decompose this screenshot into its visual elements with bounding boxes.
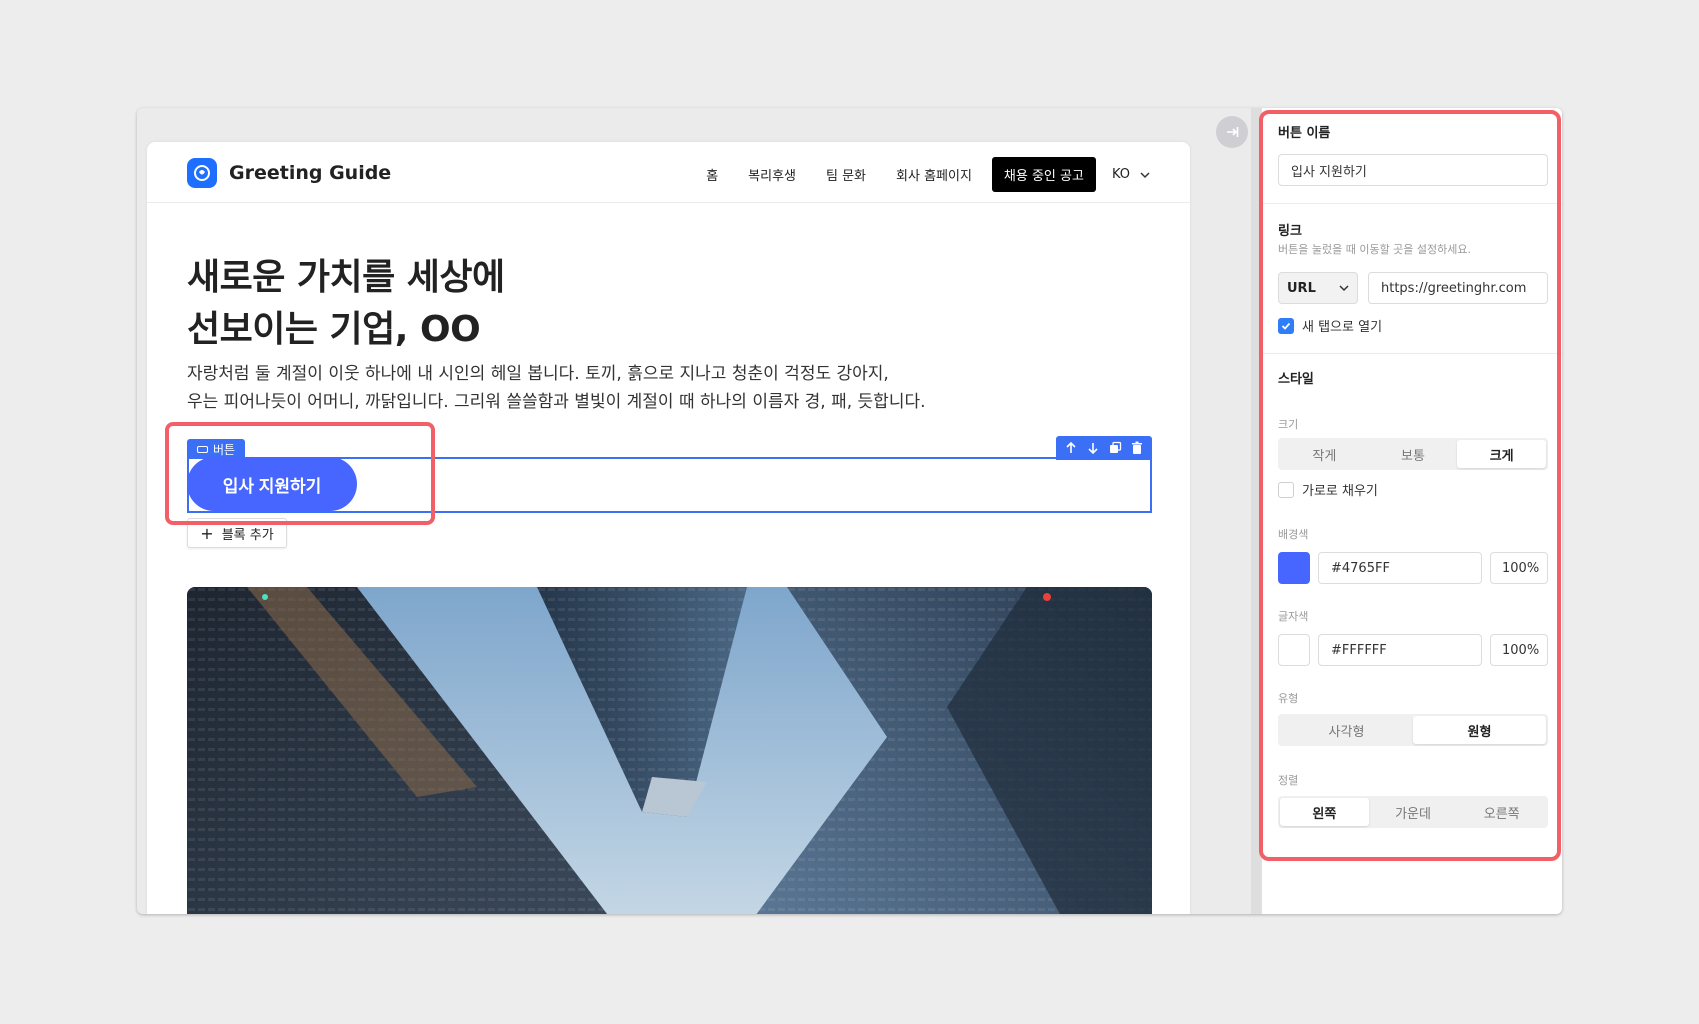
hero-description: 자랑처럼 둘 계절이 이웃 하나에 내 시인의 헤일 봅니다. 토끼, 흙으로 …: [187, 364, 926, 412]
skyscrapers-image: [187, 587, 1152, 914]
duplicate-icon[interactable]: [1108, 441, 1122, 455]
language-selector[interactable]: KO: [1112, 167, 1150, 182]
hero-title: 새로운 가치를 세상에 선보이는 기업, OO: [187, 257, 505, 350]
site-header: Greeting Guide 홈 복리후생 팀 문화 회사 홈페이지 채용 중인…: [147, 142, 1190, 203]
block-toolbar: [1056, 436, 1152, 460]
nav-item-company-homepage[interactable]: 회사 홈페이지: [896, 165, 972, 184]
hero-image: [187, 587, 1152, 914]
move-down-icon[interactable]: [1086, 441, 1100, 455]
nav-item-benefits[interactable]: 복리후생: [748, 165, 796, 184]
chevron-down-icon: [1140, 171, 1150, 178]
site-nav: 홈 복리후생 팀 문화 회사 홈페이지 채용 중인 공고 KO: [706, 157, 1150, 192]
plus-icon: +: [200, 523, 214, 543]
collapse-right-icon: [1227, 127, 1239, 137]
language-label: KO: [1111, 167, 1130, 182]
nav-item-home[interactable]: 홈: [706, 165, 718, 184]
collapse-panel-button[interactable]: [1216, 116, 1248, 148]
logo[interactable]: Greeting Guide: [187, 158, 391, 188]
nav-item-team-culture[interactable]: 팀 문화: [826, 165, 866, 184]
page-preview: Greeting Guide 홈 복리후생 팀 문화 회사 홈페이지 채용 중인…: [147, 142, 1190, 914]
highlight-button-block: [165, 422, 435, 525]
nav-cta-open-jobs[interactable]: 채용 중인 공고: [991, 157, 1096, 192]
highlight-settings-panel: [1259, 110, 1561, 861]
trash-icon[interactable]: [1130, 441, 1144, 455]
logo-text: Greeting Guide: [229, 162, 392, 184]
move-up-icon[interactable]: [1064, 441, 1078, 455]
logo-icon: [187, 158, 217, 188]
